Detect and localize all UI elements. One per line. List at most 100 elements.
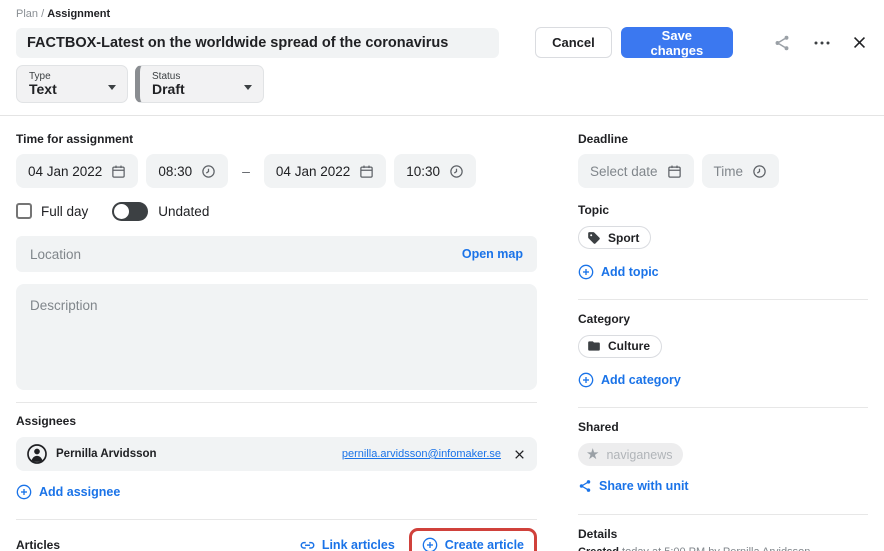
add-assignee-label: Add assignee [39, 485, 120, 499]
cancel-button[interactable]: Cancel [535, 27, 612, 58]
plus-circle-icon [422, 537, 438, 551]
created-key: Created [578, 546, 619, 551]
end-date-value: 04 Jan 2022 [276, 164, 350, 179]
calendar-icon [667, 164, 682, 179]
main-content: Time for assignment 04 Jan 2022 08:30 [0, 116, 884, 551]
clock-icon [201, 164, 216, 179]
deadline-date-placeholder: Select date [590, 164, 658, 179]
topic-tag-sport[interactable]: Sport [578, 226, 651, 249]
start-time-field[interactable]: 08:30 [146, 154, 228, 188]
assignee-name: Pernilla Arvidsson [56, 448, 157, 460]
divider [578, 514, 868, 515]
calendar-icon [359, 164, 374, 179]
create-article-label: Create article [445, 538, 524, 551]
shared-tag-naviganews: ★ naviganews [578, 443, 683, 466]
start-date-value: 04 Jan 2022 [28, 164, 102, 179]
save-changes-button[interactable]: Save changes [621, 27, 733, 58]
calendar-icon [111, 164, 126, 179]
clock-icon [449, 164, 464, 179]
end-date-field[interactable]: 04 Jan 2022 [264, 154, 386, 188]
deadline-time-field[interactable]: Time [702, 154, 780, 188]
plus-circle-icon [578, 264, 594, 280]
created-line: Created today at 5:00 PM by Pernilla Arv… [578, 546, 868, 551]
clock-icon [752, 164, 767, 179]
end-time-field[interactable]: 10:30 [394, 154, 476, 188]
header: Plan / Assignment FACTBOX-Latest on the … [0, 0, 884, 116]
share-with-unit-button[interactable]: Share with unit [578, 479, 689, 493]
divider [578, 407, 868, 408]
undated-toggle[interactable] [112, 202, 148, 221]
location-placeholder: Location [30, 247, 81, 262]
divider [16, 519, 537, 520]
left-column: Time for assignment 04 Jan 2022 08:30 [16, 116, 537, 551]
tag-icon [587, 231, 601, 245]
assignment-editor: Plan / Assignment FACTBOX-Latest on the … [0, 0, 884, 551]
deadline-label: Deadline [578, 132, 868, 146]
divider [16, 402, 537, 403]
assignment-time-row: 04 Jan 2022 08:30 [16, 154, 537, 188]
title-row: FACTBOX-Latest on the worldwide spread o… [16, 27, 868, 58]
breadcrumb-plan[interactable]: Plan [16, 8, 38, 20]
start-date-field[interactable]: 04 Jan 2022 [16, 154, 138, 188]
selector-row: Type Text Status Draft [16, 65, 868, 103]
articles-label: Articles [16, 538, 60, 551]
breadcrumb-assignment: Assignment [47, 8, 110, 20]
add-category-label: Add category [601, 373, 681, 387]
category-tag-label: Culture [608, 339, 650, 353]
category-label: Category [578, 312, 868, 326]
assignment-title: FACTBOX-Latest on the worldwide spread o… [27, 35, 448, 51]
chevron-down-icon [108, 85, 116, 90]
breadcrumb-separator: / [41, 8, 44, 20]
plus-circle-icon [16, 484, 32, 500]
add-topic-label: Add topic [601, 265, 659, 279]
remove-assignee-icon[interactable] [513, 448, 526, 461]
close-icon[interactable] [851, 34, 868, 51]
start-time-value: 08:30 [158, 164, 192, 179]
deadline-row: Select date Time [578, 154, 868, 188]
more-options-icon[interactable] [813, 34, 831, 52]
share-icon [578, 479, 592, 493]
share-with-unit-label: Share with unit [599, 479, 689, 493]
description-input[interactable]: Description [16, 284, 537, 390]
details-label: Details [578, 527, 868, 541]
plus-circle-icon [578, 372, 594, 388]
topic-label: Topic [578, 203, 868, 217]
chain-link-icon [299, 537, 316, 551]
topic-tag-label: Sport [608, 231, 639, 245]
time-range-separator: – [242, 163, 250, 179]
open-map-link[interactable]: Open map [462, 247, 523, 261]
assignee-row: Pernilla Arvidsson pernilla.arvidsson@in… [16, 437, 537, 471]
divider [578, 299, 868, 300]
breadcrumb: Plan / Assignment [16, 8, 868, 20]
full-day-label: Full day [41, 204, 88, 219]
category-tag-culture[interactable]: Culture [578, 335, 662, 358]
assignees-label: Assignees [16, 414, 537, 428]
avatar-icon [27, 444, 47, 464]
full-day-checkbox[interactable] [16, 203, 32, 219]
status-dropdown[interactable]: Status Draft [135, 65, 264, 103]
star-icon: ★ [586, 447, 599, 462]
add-category-button[interactable]: Add category [578, 372, 681, 388]
assignee-email-link[interactable]: pernilla.arvidsson@infomaker.se [342, 448, 501, 460]
create-article-button[interactable]: Create article [409, 528, 537, 551]
assignment-title-input[interactable]: FACTBOX-Latest on the worldwide spread o… [16, 28, 499, 58]
link-articles-label: Link articles [322, 538, 395, 551]
add-assignee-button[interactable]: Add assignee [16, 484, 120, 500]
time-section-label: Time for assignment [16, 132, 537, 146]
articles-row: Articles Link articles [16, 528, 537, 551]
folder-icon [587, 339, 601, 353]
undated-label: Undated [158, 204, 209, 219]
end-time-value: 10:30 [406, 164, 440, 179]
location-input[interactable]: Location Open map [16, 236, 537, 272]
type-dropdown-value: Text [29, 82, 117, 97]
right-column: Deadline Select date Time [578, 116, 884, 551]
shared-label: Shared [578, 420, 868, 434]
share-icon[interactable] [773, 34, 791, 52]
deadline-time-placeholder: Time [714, 164, 744, 179]
articles-actions: Link articles Create article [299, 528, 537, 551]
shared-tag-label: naviganews [606, 448, 672, 462]
deadline-date-field[interactable]: Select date [578, 154, 694, 188]
type-dropdown[interactable]: Type Text [16, 65, 128, 103]
add-topic-button[interactable]: Add topic [578, 264, 659, 280]
link-articles-button[interactable]: Link articles [299, 537, 395, 551]
